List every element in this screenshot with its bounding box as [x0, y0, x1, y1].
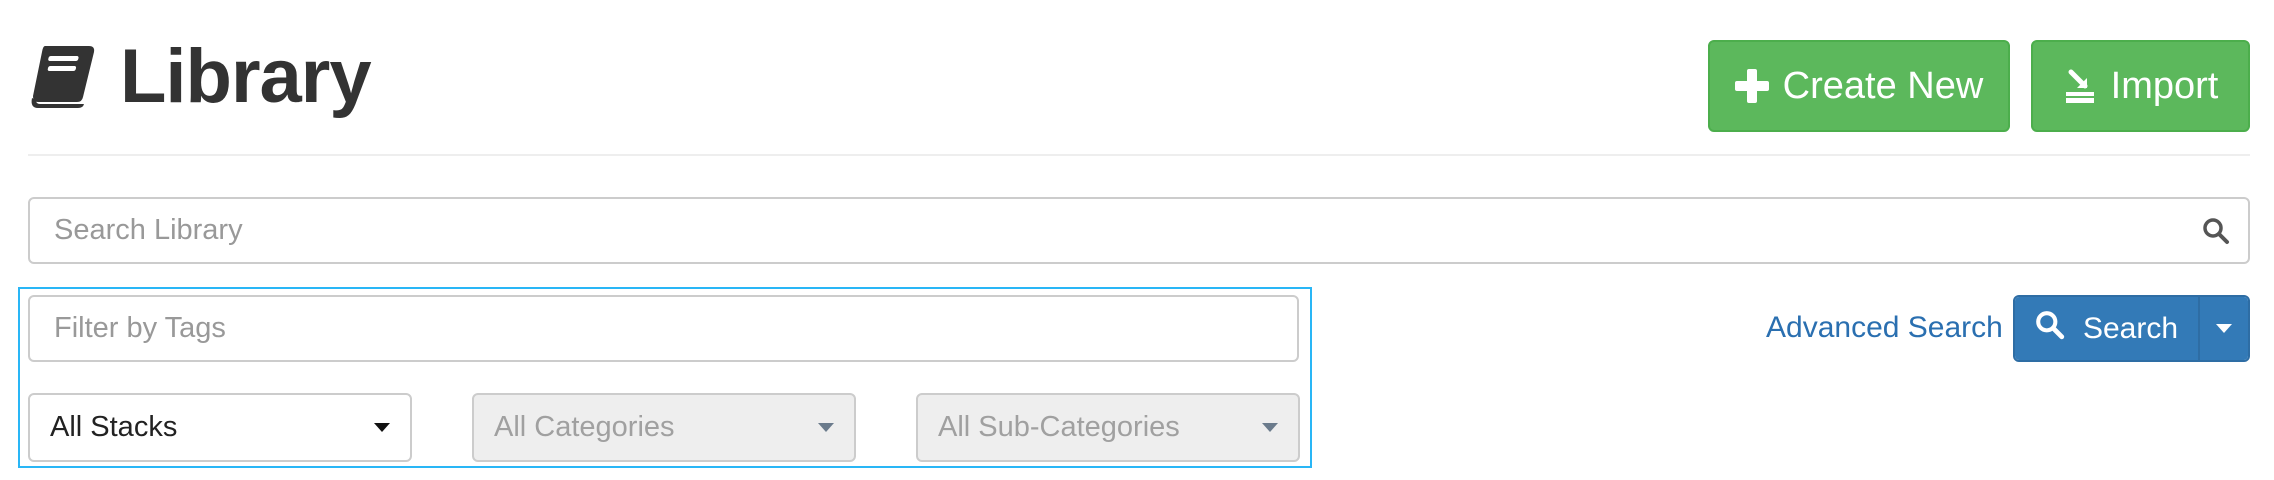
import-icon: [2063, 68, 2097, 104]
create-new-label: Create New: [1782, 64, 1984, 107]
subcategories-select[interactable]: All Sub-Categories: [916, 393, 1300, 462]
chevron-down-icon: [818, 423, 834, 432]
plus-icon: [1734, 69, 1769, 103]
stacks-select-value: All Stacks: [50, 411, 178, 443]
search-library-input[interactable]: [30, 199, 2180, 262]
book-icon: [28, 44, 96, 110]
search-button[interactable]: Search: [2015, 297, 2200, 360]
library-page: Library Create New Import Search Library…: [0, 0, 2274, 480]
caret-down-icon: [2216, 324, 2232, 333]
categories-select[interactable]: All Categories: [472, 393, 856, 462]
subcategories-select-value: All Sub-Categories: [938, 411, 1180, 443]
page-title-text: Library: [120, 34, 372, 119]
filter-tags-input[interactable]: [28, 295, 1299, 362]
search-icon: [2035, 310, 2065, 348]
search-button-label: Search: [2082, 311, 2179, 345]
chevron-down-icon: [374, 423, 390, 432]
search-icon[interactable]: [2202, 217, 2230, 250]
library-search: [28, 197, 2250, 264]
import-button[interactable]: Import: [2031, 40, 2250, 132]
search-options-toggle[interactable]: [2200, 297, 2248, 360]
page-title: Library: [28, 32, 372, 122]
chevron-down-icon: [1262, 423, 1278, 432]
advanced-search-link[interactable]: Advanced Search: [1766, 306, 2003, 350]
stacks-select[interactable]: All Stacks: [28, 393, 412, 462]
create-new-button[interactable]: Create New: [1708, 40, 2010, 132]
categories-select-value: All Categories: [494, 411, 675, 443]
search-button-group: Search: [2013, 295, 2250, 362]
header-divider: [28, 154, 2250, 156]
import-label: Import: [2110, 64, 2219, 107]
